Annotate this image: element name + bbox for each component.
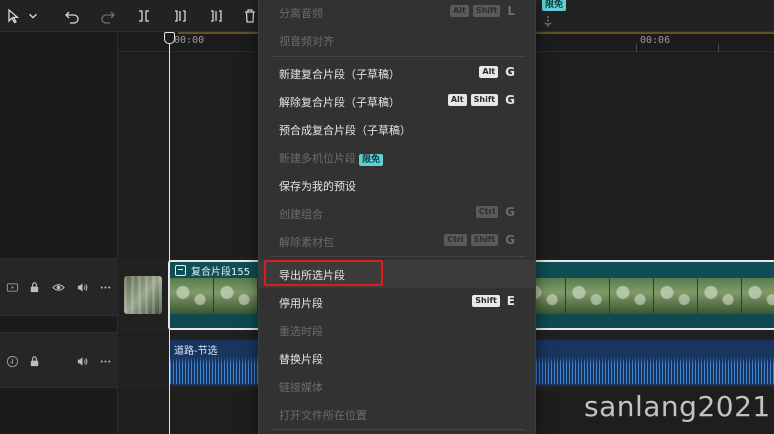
playhead-handle[interactable]	[164, 32, 175, 44]
menu-item-open-file-location[interactable]: 打开文件所在位置	[259, 400, 535, 428]
ruler-label-start: 00:00	[174, 35, 205, 46]
split-icon[interactable]	[134, 6, 154, 26]
menu-item-disable-clip[interactable]: 停用片段 Shift E	[259, 288, 535, 316]
menu-item-replace-clip[interactable]: 替换片段	[259, 344, 535, 372]
context-menu: 分离音频 Alt Shift L 视音频对齐 新建复合片段（子草稿） Alt G 解除…	[258, 0, 536, 434]
menu-separator	[271, 56, 525, 57]
watermark-text: sanlang2021	[584, 390, 771, 423]
chevron-down-icon[interactable]	[26, 6, 40, 26]
top-free-badge: 限免	[542, 0, 567, 11]
snap-down-icon[interactable]	[538, 12, 558, 32]
compound-clip-icon	[175, 264, 186, 276]
menu-item-save-preset[interactable]: 保存为我的预设	[259, 171, 535, 199]
menu-item-new-compound[interactable]: 新建复合片段（子草稿） Alt G	[259, 59, 535, 87]
volume-icon[interactable]	[75, 280, 89, 294]
menu-item-new-multicam[interactable]: 新建多机位片段 限免	[259, 143, 535, 171]
lock-icon[interactable]	[27, 280, 41, 294]
eye-icon[interactable]	[51, 280, 65, 294]
trim-right-icon[interactable]	[206, 6, 226, 26]
track-header-panel	[0, 32, 118, 434]
video-track-icon	[5, 280, 19, 294]
menu-item-av-align[interactable]: 视音频对齐	[259, 26, 535, 54]
ruler-label-end: 00:06	[640, 35, 671, 46]
more-icon[interactable]	[98, 354, 112, 368]
clip-title: 复合片段155	[191, 266, 251, 278]
menu-item-release-compound[interactable]: 解除复合片段（子草稿） Alt Shift G	[259, 87, 535, 115]
audio-clip-title: 道路-节选	[174, 346, 218, 357]
menu-item-ungroup-pack[interactable]: 解除素材包 Ctrl Shift G	[259, 227, 535, 255]
free-badge: 限免	[359, 154, 384, 166]
lock-icon[interactable]	[27, 354, 41, 368]
menu-separator	[271, 256, 525, 257]
menu-separator	[271, 429, 525, 430]
delete-icon[interactable]	[240, 6, 260, 26]
undo-icon[interactable]	[62, 6, 82, 26]
video-track-header	[0, 258, 118, 316]
audio-track-icon	[5, 354, 19, 368]
menu-item-separate-audio[interactable]: 分离音频 Alt Shift L	[259, 0, 535, 26]
annotation-highlight-box	[264, 260, 383, 286]
playhead-line[interactable]	[169, 32, 170, 434]
menu-item-reselect-range[interactable]: 重选时段	[259, 316, 535, 344]
select-pointer-icon[interactable]	[4, 6, 24, 26]
menu-item-precompose[interactable]: 预合成复合片段（子草稿）	[259, 115, 535, 143]
more-icon[interactable]	[98, 280, 112, 294]
volume-icon[interactable]	[75, 354, 89, 368]
menu-item-create-group[interactable]: 创建组合 Ctrl G	[259, 199, 535, 227]
cover-thumbnail[interactable]	[124, 276, 162, 314]
menu-item-link-media[interactable]: 链接媒体	[259, 372, 535, 400]
trim-left-icon[interactable]	[170, 6, 190, 26]
ruler-tick	[636, 44, 637, 52]
ruler-tick	[718, 44, 719, 52]
redo-icon[interactable]	[98, 6, 118, 26]
audio-track-header	[0, 332, 118, 388]
